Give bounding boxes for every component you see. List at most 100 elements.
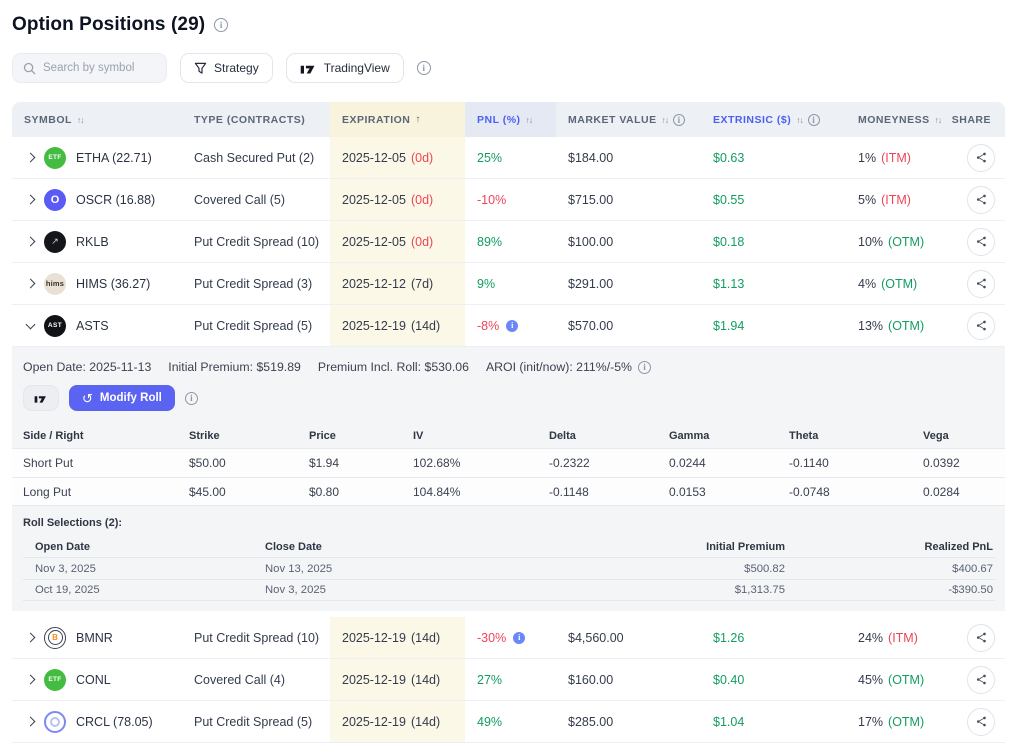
expiration-cell: 2025-12-05 (0d) [330,221,465,262]
market-value-cell: $4,560.00 [556,617,701,658]
moneyness-cell: 13% (OTM) [846,305,957,346]
share-button[interactable] [967,666,995,694]
modify-roll-info-icon[interactable] [185,392,198,405]
table-row[interactable]: AST ASTS Put Credit Spread (5) 2025-12-1… [12,305,1005,347]
tradingview-logo-icon [34,394,48,403]
moneyness-pct: 17% [858,715,883,729]
legs-rows: Short Put$50.00$1.94102.68%-0.23220.0244… [12,448,1005,506]
sort-icon: ↑↓ [77,115,84,125]
share-button[interactable] [967,228,995,256]
roll-cell-premium: $1,313.75 [585,584,785,596]
leg-cell: $0.80 [298,485,402,499]
market-value-cell: $184.00 [556,137,701,178]
market-value-info-icon[interactable] [673,114,685,126]
moneyness-pct: 10% [858,235,883,249]
pnl-cell: -8% [465,305,556,346]
leg-cell: -0.0748 [778,485,912,499]
tradingview-mini-button[interactable] [23,385,59,411]
moneyness-tag: (OTM) [888,235,924,249]
table-row[interactable]: ↗ RKLB Put Credit Spread (10) 2025-12-05… [12,221,1005,263]
share-button[interactable] [967,312,995,340]
share-button[interactable] [967,624,995,652]
tradingview-info-icon[interactable] [417,61,431,75]
tradingview-button[interactable]: TradingView [286,53,404,83]
column-pnl[interactable]: PNL (%) ↑↓ [465,102,556,137]
leg-cell: 0.0392 [912,456,1005,470]
roll-cell-realized: $400.67 [785,563,993,575]
share-icon [975,673,988,686]
moneyness-tag: (OTM) [888,319,924,333]
expand-chevron-icon[interactable] [26,633,36,643]
column-extrinsic[interactable]: EXTRINSIC ($) ↑↓ [701,102,846,137]
expiration-date: 2025-12-19 [342,715,406,729]
column-symbol[interactable]: SYMBOL ↑↓ [12,102,182,137]
leg-cell: 0.0153 [658,485,778,499]
expiration-cell: 2025-12-05 (0d) [330,137,465,178]
type-cell: Cash Secured Put (2) [182,137,330,178]
table-row[interactable]: CRCL (78.05) Put Credit Spread (5) 2025-… [12,701,1005,743]
expiration-cell: 2025-12-19 (14d) [330,701,465,742]
moneyness-pct: 4% [858,277,876,291]
sort-icon: ↑↓ [526,115,533,125]
table-row[interactable]: ETF CONL Covered Call (4) 2025-12-19 (14… [12,659,1005,701]
moneyness-pct: 24% [858,631,883,645]
share-cell [957,263,1005,304]
initial-premium: Initial Premium: $519.89 [168,360,301,374]
type-cell: Put Credit Spread (10) [182,617,330,658]
pnl-value: 9% [477,277,495,291]
table-row[interactable]: hims HIMS (36.27) Put Credit Spread (3) … [12,263,1005,305]
table-rows-top: ETF ETHA (22.71) Cash Secured Put (2) 20… [12,137,1005,347]
roll-cell-premium: $500.82 [585,563,785,575]
title-info-icon[interactable] [214,18,228,32]
share-icon [975,151,988,164]
share-button[interactable] [967,144,995,172]
sort-icon: ↑↓ [796,115,803,125]
expiration-cell: 2025-12-12 (7d) [330,263,465,304]
extrinsic-info-icon[interactable] [808,114,820,126]
pnl-info-icon[interactable] [506,320,518,332]
table-row[interactable]: B BMNR Put Credit Spread (10) 2025-12-19… [12,617,1005,659]
strategy-filter-button[interactable]: Strategy [180,53,273,83]
symbol-logo-icon: B [44,627,66,649]
expand-chevron-icon[interactable] [26,153,36,163]
leg-cell: -0.1140 [778,456,912,470]
symbol-label: HIMS (36.27) [76,277,150,291]
pnl-info-icon[interactable] [513,632,525,644]
tradingview-logo-icon [300,63,317,74]
aroi-info-icon[interactable] [638,361,651,374]
asts-expanded-panel: Open Date: 2025-11-13 Initial Premium: $… [12,347,1005,611]
market-value-cell: $160.00 [556,659,701,700]
table-row[interactable]: ETF ETHA (22.71) Cash Secured Put (2) 20… [12,137,1005,179]
column-market-value[interactable]: MARKET VALUE ↑↓ [556,102,701,137]
expand-chevron-icon[interactable] [26,279,36,289]
share-button[interactable] [967,708,995,736]
expiration-date: 2025-12-05 [342,235,406,249]
column-expiration[interactable]: EXPIRATION ↑ [330,102,465,137]
search-input[interactable] [43,62,156,74]
symbol-search[interactable] [12,53,167,83]
pnl-value: 25% [477,151,502,165]
moneyness-pct: 45% [858,673,883,687]
expiration-cell: 2025-12-19 (14d) [330,617,465,658]
symbol-cell: B BMNR [12,617,182,658]
pnl-cell: 9% [465,263,556,304]
moneyness-cell: 10% (OTM) [846,221,957,262]
expand-chevron-icon[interactable] [26,675,36,685]
table-row[interactable]: O OSCR (16.88) Covered Call (5) 2025-12-… [12,179,1005,221]
share-button[interactable] [967,186,995,214]
expand-chevron-icon[interactable] [26,195,36,205]
pnl-cell: 27% [465,659,556,700]
modify-roll-button[interactable]: ↺ Modify Roll [69,385,175,411]
page-header: Option Positions (29) [12,14,1005,36]
type-cell: Put Credit Spread (3) [182,263,330,304]
market-value-cell: $100.00 [556,221,701,262]
rolls-header-row: Open Date Close Date Initial Premium Rea… [23,537,995,557]
expand-chevron-icon[interactable] [26,319,36,329]
expand-chevron-icon[interactable] [26,717,36,727]
expiration-date: 2025-12-05 [342,193,406,207]
pnl-cell: 89% [465,221,556,262]
expand-chevron-icon[interactable] [26,237,36,247]
roll-cell-open: Oct 19, 2025 [35,584,265,596]
share-button[interactable] [967,270,995,298]
column-moneyness[interactable]: MONEYNESS ↑↓ [846,102,957,137]
